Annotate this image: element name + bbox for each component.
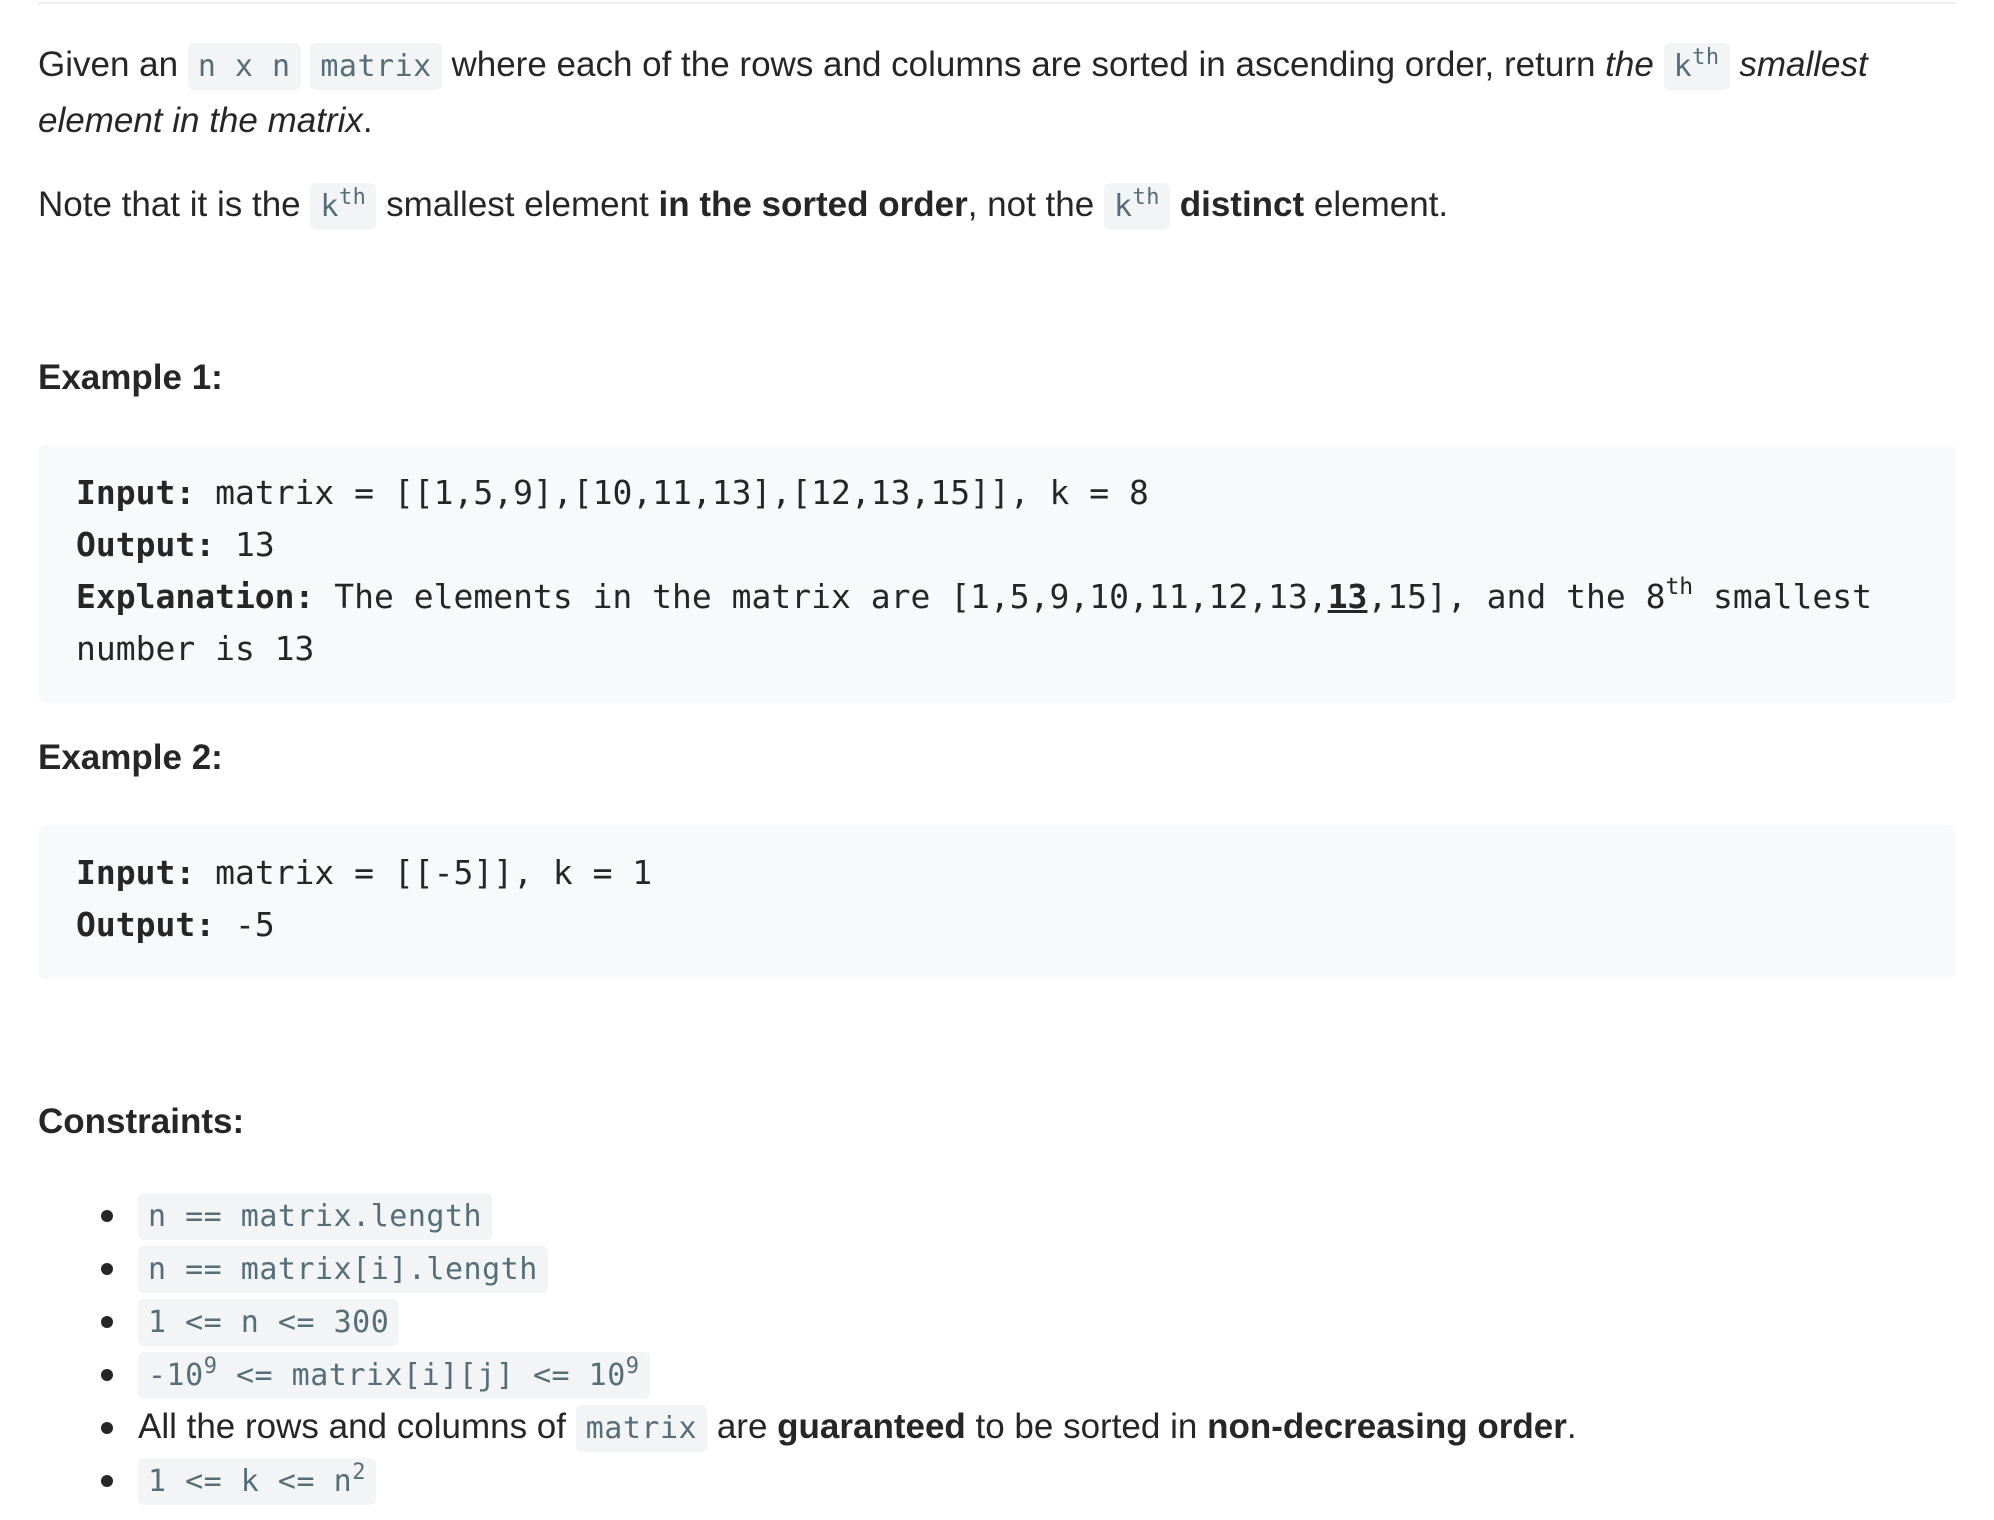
bold-text: guaranteed: [777, 1407, 966, 1446]
superscript: th: [1132, 185, 1160, 210]
input-value: matrix = [[1,5,9],[10,11,13],[12,13,15]]…: [195, 473, 1149, 512]
input-value: matrix = [[-5]], k = 1: [195, 853, 653, 892]
list-item: All the rows and columns of matrix are g…: [38, 1400, 1956, 1453]
divider: [38, 2, 1956, 4]
code-text: <= matrix[i][j] <= 10: [217, 1358, 626, 1393]
output-value: 13: [215, 525, 275, 564]
list-item: 1 <= n <= 300: [38, 1294, 1956, 1347]
text: , not the: [967, 185, 1104, 224]
superscript: th: [1665, 574, 1694, 600]
bold-text: distinct: [1179, 185, 1305, 224]
text: are: [707, 1407, 778, 1446]
superscript: 2: [352, 1460, 366, 1485]
example-output-line: Output: 13: [76, 519, 1918, 571]
example-input-line: Input: matrix = [[1,5,9],[10,11,13],[12,…: [76, 467, 1918, 519]
input-label: Input:: [76, 853, 196, 892]
constraints-heading: Constraints:: [38, 1102, 245, 1141]
emphasis: the: [1605, 45, 1664, 84]
bullet-icon: [101, 1475, 113, 1487]
bold-text: in the sorted order: [658, 185, 968, 224]
superscript: th: [338, 185, 367, 210]
inline-code: -109 <= matrix[i][j] <= 109: [138, 1352, 650, 1399]
explanation-text: The elements in the matrix are [1,5,9,10…: [314, 577, 1328, 616]
output-label: Output:: [76, 905, 216, 944]
example-output-line: Output: -5: [76, 899, 1918, 951]
inline-code: n x n: [187, 43, 301, 90]
constraints-list: n == matrix.length n == matrix[i].length…: [38, 1188, 1956, 1506]
example-1-heading: Example 1:: [38, 358, 223, 397]
inline-code: n == matrix.length: [138, 1193, 493, 1240]
example-2-code-block: Input: matrix = [[-5]], k = 1 Output: -5: [38, 825, 1956, 979]
text: .: [362, 101, 373, 140]
text: element.: [1304, 185, 1449, 224]
bullet-icon: [101, 1263, 113, 1275]
superscript: th: [1692, 45, 1720, 70]
superscript: 9: [625, 1354, 640, 1379]
text: [1170, 185, 1180, 224]
bullet-icon: [101, 1369, 113, 1381]
text: to be sorted in: [965, 1407, 1208, 1446]
example-2-heading: Example 2:: [38, 738, 223, 777]
example-1-code-block: Input: matrix = [[1,5,9],[10,11,13],[12,…: [38, 445, 1956, 703]
code-text: 1 <= k <= n: [148, 1464, 353, 1499]
input-label: Input:: [76, 473, 196, 512]
list-item: 1 <= k <= n2: [38, 1453, 1956, 1506]
inline-code: n == matrix[i].length: [138, 1246, 548, 1293]
superscript: 9: [203, 1354, 218, 1379]
bold-text: non-decreasing order: [1207, 1407, 1567, 1446]
code-text: -10: [148, 1358, 204, 1393]
text: smallest element: [376, 185, 659, 224]
problem-note: Note that it is the kth smallest element…: [38, 178, 1956, 234]
code-text: k: [1113, 189, 1133, 224]
text: All the rows and columns of: [138, 1407, 576, 1446]
bullet-icon: [101, 1316, 113, 1328]
text: .: [1566, 1407, 1577, 1446]
inline-code: 1 <= k <= n2: [138, 1458, 376, 1505]
inline-code: kth: [1663, 43, 1730, 90]
output-label: Output:: [76, 525, 216, 564]
example-explanation-line: Explanation: The elements in the matrix …: [76, 571, 1918, 675]
text: Given an: [38, 45, 188, 84]
code-text: k: [320, 189, 339, 224]
list-item: n == matrix.length: [38, 1188, 1956, 1241]
text: Note that it is the: [38, 185, 311, 224]
text: where each of the rows and columns are s…: [441, 45, 1606, 84]
inline-code: matrix: [575, 1405, 708, 1452]
explanation-text: ,15], and the 8: [1367, 577, 1666, 616]
inline-code: 1 <= n <= 300: [138, 1299, 400, 1346]
list-item: -109 <= matrix[i][j] <= 109: [38, 1347, 1956, 1400]
output-value: -5: [215, 905, 275, 944]
bullet-icon: [101, 1422, 113, 1434]
inline-code: kth: [310, 183, 377, 230]
code-text: k: [1673, 49, 1693, 84]
bullet-icon: [101, 1210, 113, 1222]
list-item: n == matrix[i].length: [38, 1241, 1956, 1294]
inline-code: matrix: [310, 43, 442, 90]
highlighted-value: 13: [1327, 577, 1368, 616]
problem-statement: Given an n x n matrix where each of the …: [38, 38, 1956, 148]
inline-code: kth: [1103, 183, 1170, 230]
example-input-line: Input: matrix = [[-5]], k = 1: [76, 847, 1918, 899]
explanation-label: Explanation:: [76, 577, 315, 616]
